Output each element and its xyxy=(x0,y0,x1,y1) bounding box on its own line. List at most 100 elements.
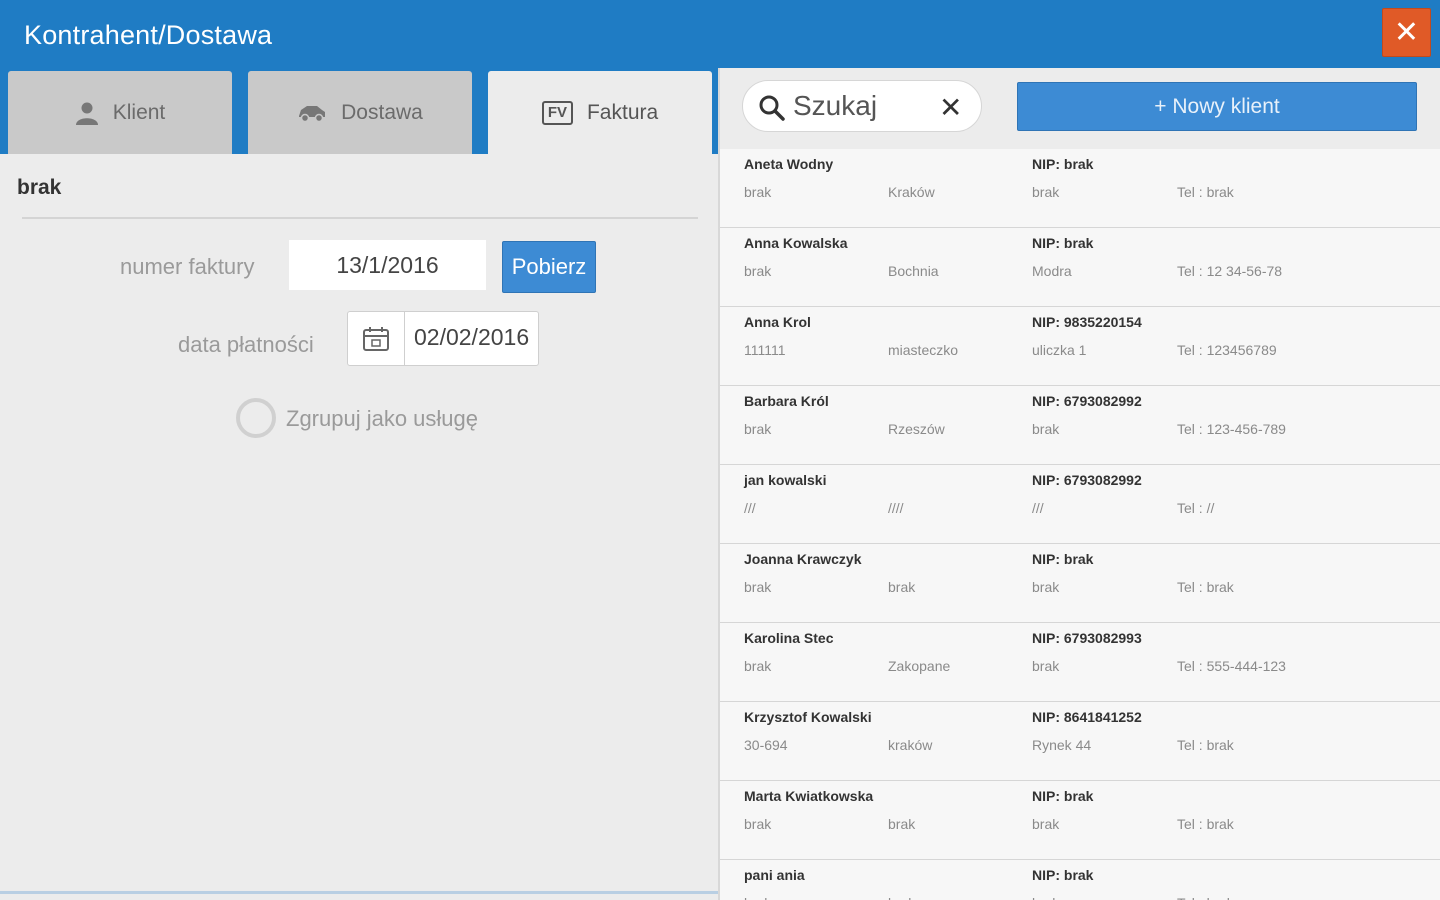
client-street: brak xyxy=(1032,184,1060,200)
car-icon xyxy=(297,104,327,122)
payment-date-label: data płatności xyxy=(178,332,314,357)
client-city: miasteczko xyxy=(888,342,959,358)
group-as-service-radio[interactable] xyxy=(236,398,276,438)
client-name: jan kowalski xyxy=(744,472,827,488)
invoice-number-field[interactable]: 13/1/2016 xyxy=(289,240,486,290)
client-street: brak xyxy=(1032,816,1060,832)
fetch-button[interactable]: Pobierz xyxy=(502,241,596,293)
tab-label: Klient xyxy=(112,100,166,124)
client-street: brak xyxy=(1032,895,1059,900)
client-name: Krzysztof Kowalski xyxy=(744,709,872,725)
client-name: Joanna Krawczyk xyxy=(744,551,862,567)
client-nip: NIP: brak xyxy=(1032,156,1094,172)
client-name: Marta Kwiatkowska xyxy=(744,788,874,804)
client-street: Modra xyxy=(1032,263,1072,279)
client-nip: NIP: brak xyxy=(1032,235,1094,251)
client-city: Zakopane xyxy=(888,658,951,674)
client-street: brak xyxy=(1032,579,1060,595)
client-postal-code: brak xyxy=(744,895,771,900)
divider xyxy=(0,891,718,894)
invoice-panel: Klient Dostawa FV Faktura brak numer fak… xyxy=(0,68,718,900)
client-row[interactable]: Aneta Wodny NIP: brak brak Kraków brak Tel : … xyxy=(720,149,1440,228)
client-nip: NIP: brak xyxy=(1032,788,1094,804)
search-input[interactable] xyxy=(793,89,933,123)
client-postal-code: brak xyxy=(744,263,772,279)
selected-client-name: brak xyxy=(17,176,62,199)
client-postal-code: brak xyxy=(744,816,772,832)
client-row[interactable]: Krzysztof Kowalski NIP: 8641841252 30-694 k… xyxy=(720,702,1440,781)
client-city: Bochnia xyxy=(888,263,939,279)
tab-label: Dostawa xyxy=(341,100,423,124)
client-phone: Tel : 12 34-56-78 xyxy=(1177,263,1283,279)
client-name: Karolina Stec xyxy=(744,630,834,646)
client-phone: Tel : brak xyxy=(1177,579,1234,595)
client-postal-code: brak xyxy=(744,658,772,674)
search-box[interactable]: ✕ xyxy=(742,80,982,132)
client-phone: Tel : brak xyxy=(1177,816,1234,832)
client-city: brak xyxy=(888,895,915,900)
client-name: pani ania xyxy=(744,867,805,883)
client-row[interactable]: Marta Kwiatkowska NIP: brak brak brak brak Te… xyxy=(720,781,1440,860)
client-phone: Tel : 123-456-789 xyxy=(1177,421,1286,437)
client-city: //// xyxy=(888,500,904,516)
clear-search-icon[interactable]: ✕ xyxy=(939,91,962,124)
client-phone: Tel : // xyxy=(1177,500,1215,516)
client-row[interactable]: Anna Kowalska NIP: brak brak Bochnia Modra Te… xyxy=(720,228,1440,307)
client-city: Kraków xyxy=(888,184,935,200)
tab-klient[interactable]: Klient xyxy=(8,71,232,154)
client-row[interactable]: Karolina Stec NIP: 6793082993 brak Zakopane… xyxy=(720,623,1440,702)
client-row[interactable]: Anna Krol NIP: 9835220154 111111 miasteczko… xyxy=(720,307,1440,386)
client-nip: NIP: 6793082992 xyxy=(1032,472,1142,488)
client-city: kraków xyxy=(888,737,933,753)
client-nip: NIP: brak xyxy=(1032,551,1094,567)
title-bar: Kontrahent/Dostawa ✕ xyxy=(0,0,1440,68)
tab-dostawa[interactable]: Dostawa xyxy=(248,71,472,154)
client-postal-code: 30-694 xyxy=(744,737,788,753)
client-city: Rzeszów xyxy=(888,421,945,437)
search-icon xyxy=(759,95,785,126)
client-street: /// xyxy=(1032,500,1044,516)
new-client-button[interactable]: + Nowy klient xyxy=(1017,82,1417,131)
client-nip: NIP: 8641841252 xyxy=(1032,709,1142,725)
client-street: Rynek 44 xyxy=(1032,737,1092,753)
client-street: uliczka 1 xyxy=(1032,342,1087,358)
client-phone: Tel : brak xyxy=(1177,737,1234,753)
client-row[interactable]: Barbara Król NIP: 6793082992 brak Rzeszów br… xyxy=(720,386,1440,465)
client-row[interactable]: jan kowalski NIP: 6793082992//////////Tel… xyxy=(720,465,1440,544)
client-postal-code: 111111 xyxy=(744,342,786,358)
client-phone: Tel : 555-444-123 xyxy=(1177,658,1286,674)
client-list-panel: ✕ + Nowy klient Aneta Wodny NIP: brak brak… xyxy=(718,68,1440,900)
tabs-strip: Klient Dostawa FV Faktura xyxy=(0,68,718,154)
client-name: Barbara Król xyxy=(744,393,829,409)
client-row[interactable]: pani ania NIP: brak brak brak brak Tel : brak xyxy=(720,860,1440,900)
client-city: brak xyxy=(888,579,916,595)
tab-label: Faktura xyxy=(586,100,659,124)
payment-date-picker[interactable]: 02/02/2016 xyxy=(347,311,539,366)
payment-date-value: 02/02/2016 xyxy=(414,324,530,350)
client-phone: Tel : brak xyxy=(1177,184,1234,200)
client-postal-code: /// xyxy=(744,500,756,516)
client-postal-code: brak xyxy=(744,421,772,437)
client-list: Aneta Wodny NIP: brak brak Kraków brak Tel : … xyxy=(720,149,1440,900)
window-title: Kontrahent/Dostawa xyxy=(24,20,273,50)
calendar-icon[interactable] xyxy=(348,312,405,365)
person-icon xyxy=(75,101,99,125)
client-postal-code: brak xyxy=(744,184,772,200)
client-nip: NIP: brak xyxy=(1032,867,1094,883)
client-name: Anna Kowalska xyxy=(744,235,848,251)
group-as-service-label: Zgrupuj jako usługę xyxy=(286,406,479,431)
divider xyxy=(22,217,698,219)
client-nip: NIP: 6793082992 xyxy=(1032,393,1142,409)
client-postal-code: brak xyxy=(744,579,772,595)
client-list-header: ✕ + Nowy klient xyxy=(720,68,1440,149)
client-street: brak xyxy=(1032,658,1060,674)
tab-faktura[interactable]: FV Faktura xyxy=(488,71,712,154)
close-button[interactable]: ✕ xyxy=(1382,8,1431,57)
invoice-icon: FV xyxy=(541,100,573,125)
client-name: Aneta Wodny xyxy=(744,156,834,172)
invoice-number-label: numer faktury xyxy=(120,254,255,279)
client-street: brak xyxy=(1032,421,1060,437)
client-city: brak xyxy=(888,816,916,832)
client-row[interactable]: Joanna Krawczyk NIP: brak brak brak brak Tel … xyxy=(720,544,1440,623)
client-phone: Tel : brak xyxy=(1177,895,1234,900)
